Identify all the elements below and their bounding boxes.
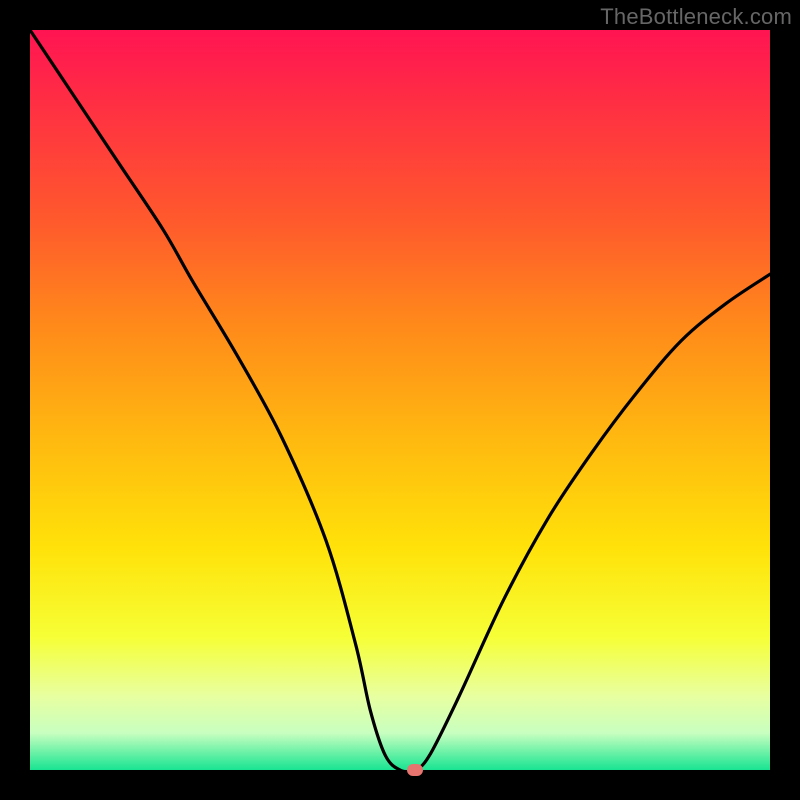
- gradient-background: [30, 30, 770, 770]
- watermark-text: TheBottleneck.com: [600, 4, 792, 30]
- plot-svg: [30, 30, 770, 770]
- chart-frame: TheBottleneck.com: [0, 0, 800, 800]
- plot-area: [30, 30, 770, 770]
- optimum-marker: [407, 764, 423, 776]
